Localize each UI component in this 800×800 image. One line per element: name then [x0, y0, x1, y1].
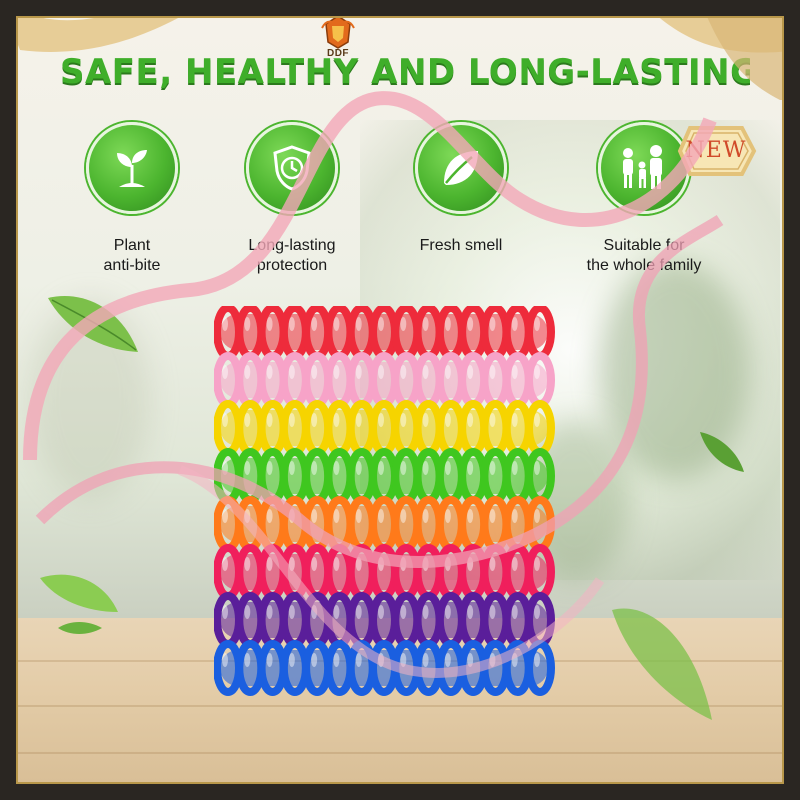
product-banner: DDF SAFE, HEALTHY AND LONG-LASTING Plant…	[0, 0, 800, 800]
gold-corner-ribbons	[0, 0, 800, 100]
